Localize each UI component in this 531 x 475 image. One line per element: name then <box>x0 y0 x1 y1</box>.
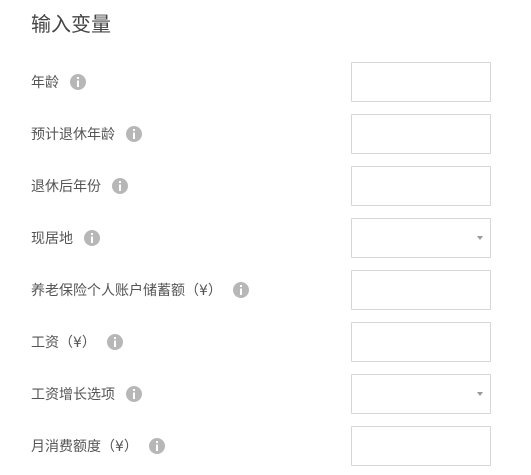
chevron-down-icon <box>477 392 483 396</box>
info-icon[interactable] <box>70 74 86 90</box>
section-title: 输入变量 <box>31 12 111 36</box>
field-row-salary: 工资（¥） <box>0 322 531 362</box>
years-after-retirement-input[interactable] <box>351 166 491 206</box>
field-row-salary-growth: 工资增长选项 <box>0 374 531 414</box>
field-label: 养老保险个人账户储蓄额（¥） <box>31 283 222 299</box>
info-icon[interactable] <box>232 282 249 298</box>
field-label-group: 年龄 <box>31 62 86 102</box>
info-icon[interactable] <box>84 230 100 246</box>
field-label-group: 工资增长选项 <box>31 374 142 414</box>
chevron-down-icon <box>477 236 483 240</box>
info-icon[interactable] <box>148 438 165 454</box>
field-label-group: 养老保险个人账户储蓄额（¥） <box>31 270 249 310</box>
field-row-pension-savings: 养老保险个人账户储蓄额（¥） <box>0 270 531 310</box>
field-label: 退休后年份 <box>31 179 101 195</box>
age-input[interactable] <box>351 62 491 102</box>
info-icon[interactable] <box>126 386 142 402</box>
field-label: 现居地 <box>31 231 73 247</box>
field-label-group: 工资（¥） <box>31 322 123 362</box>
field-label: 工资（¥） <box>31 335 96 351</box>
retirement-age-input[interactable] <box>351 114 491 154</box>
field-row-years-after-retirement: 退休后年份 <box>0 166 531 206</box>
monthly-spending-input[interactable] <box>351 426 491 466</box>
field-row-residence: 现居地 <box>0 218 531 258</box>
info-icon[interactable] <box>112 178 128 194</box>
field-label: 年龄 <box>31 75 59 91</box>
field-label-group: 预计退休年龄 <box>31 114 142 154</box>
field-label: 工资增长选项 <box>31 387 115 403</box>
salary-input[interactable] <box>351 322 491 362</box>
field-label-group: 月消费额度（¥） <box>31 426 165 466</box>
field-label: 月消费额度（¥） <box>31 439 138 455</box>
field-label: 预计退休年龄 <box>31 127 115 143</box>
field-row-retirement-age: 预计退休年龄 <box>0 114 531 154</box>
residence-select[interactable] <box>351 218 491 258</box>
field-row-age: 年龄 <box>0 62 531 102</box>
field-label-group: 现居地 <box>31 218 100 258</box>
info-icon[interactable] <box>106 334 123 350</box>
field-row-monthly-spending: 月消费额度（¥） <box>0 426 531 466</box>
pension-savings-input[interactable] <box>351 270 491 310</box>
input-variables-panel: 输入变量 年龄 预计退休年龄 退休后年份 现居地 养老保险个人账户储蓄额（¥） … <box>0 0 531 475</box>
info-icon[interactable] <box>126 126 142 142</box>
field-label-group: 退休后年份 <box>31 166 128 206</box>
salary-growth-select[interactable] <box>351 374 491 414</box>
